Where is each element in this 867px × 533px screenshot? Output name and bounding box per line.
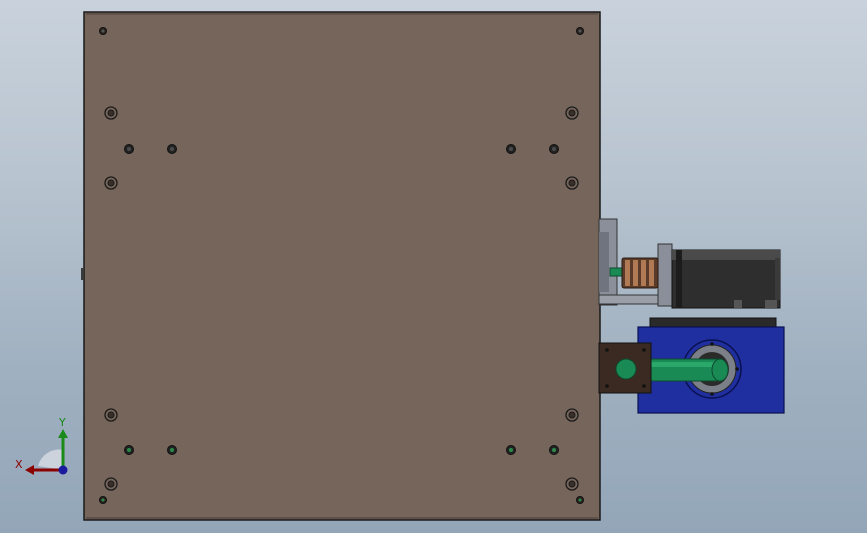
bracket-upright-shade bbox=[599, 232, 609, 292]
base-plate[interactable] bbox=[81, 11, 601, 521]
screw-head-icon[interactable] bbox=[576, 496, 584, 504]
screw-head-icon[interactable] bbox=[167, 445, 177, 455]
screw-head-icon[interactable] bbox=[549, 445, 559, 455]
motor-end-cap bbox=[775, 258, 780, 300]
output-shaft-icon[interactable] bbox=[639, 358, 729, 382]
motor-flange bbox=[676, 250, 682, 308]
triad-x-arrow bbox=[25, 465, 34, 475]
mount-bolt bbox=[642, 384, 646, 388]
triad-z-axis bbox=[58, 465, 68, 475]
mount-bolt bbox=[642, 348, 646, 352]
mount-bore-shaft bbox=[615, 358, 637, 380]
screw-head-icon[interactable] bbox=[506, 445, 516, 455]
bracket-base[interactable] bbox=[598, 294, 662, 305]
bearing-mount-icon[interactable] bbox=[598, 342, 652, 394]
bracket-face[interactable] bbox=[657, 243, 673, 307]
screw-head-icon[interactable] bbox=[549, 144, 559, 154]
screw-head-icon[interactable] bbox=[167, 144, 177, 154]
base-plate-face[interactable] bbox=[83, 11, 601, 521]
triad-y-arrow bbox=[58, 429, 68, 438]
screw-head-icon[interactable] bbox=[99, 27, 107, 35]
servo-motor-icon[interactable] bbox=[671, 249, 781, 309]
motor-foot-1 bbox=[734, 300, 742, 308]
coupling-ring-4 bbox=[649, 260, 654, 286]
coupling-ring-3 bbox=[641, 260, 646, 286]
screw-head-icon[interactable] bbox=[576, 27, 584, 35]
coordinate-triad: Y X bbox=[15, 416, 68, 475]
shaft-end bbox=[711, 358, 729, 382]
screw-head-icon[interactable] bbox=[506, 144, 516, 154]
motor-foot-2 bbox=[765, 300, 777, 308]
shaft-highlight bbox=[640, 362, 720, 367]
screw-head-icon[interactable] bbox=[124, 144, 134, 154]
mount-bolt bbox=[605, 348, 609, 352]
coupling-ring-2 bbox=[633, 260, 638, 286]
graphics-viewport[interactable]: Y X bbox=[0, 0, 867, 533]
flange-bolt bbox=[710, 342, 714, 346]
flange-bolt bbox=[710, 392, 714, 396]
coupling-ring-1 bbox=[625, 260, 630, 286]
flange-bolt bbox=[735, 367, 739, 371]
mount-bolt bbox=[605, 384, 609, 388]
screw-head-icon[interactable] bbox=[124, 445, 134, 455]
motor-housing-highlight bbox=[672, 250, 780, 260]
triad-y-label: Y bbox=[58, 416, 66, 429]
triad-x-label: X bbox=[15, 458, 23, 471]
base-plate-side-tab bbox=[81, 268, 84, 280]
screw-head-icon[interactable] bbox=[99, 496, 107, 504]
